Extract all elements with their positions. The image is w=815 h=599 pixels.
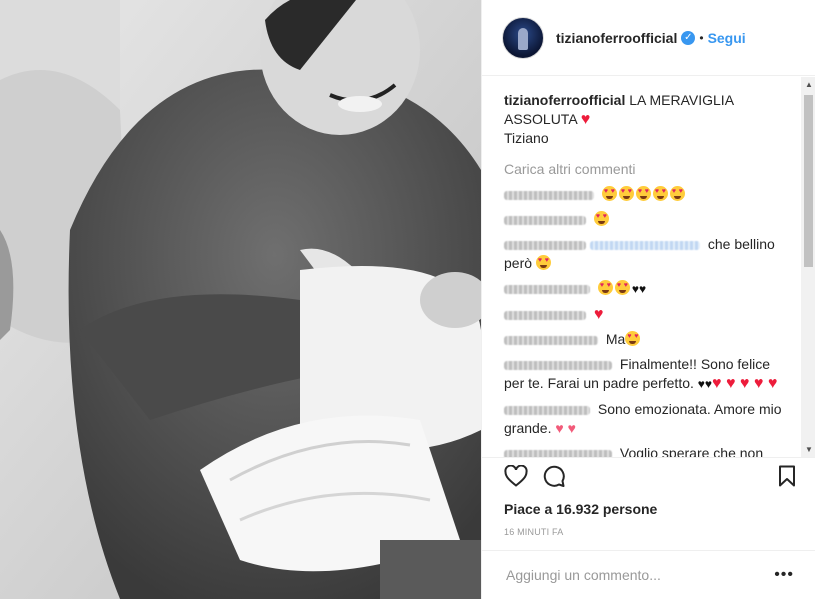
separator-dot: •: [699, 30, 704, 45]
post-timestamp: 16 MINUTI FA: [504, 527, 564, 537]
verified-icon: ✓: [681, 30, 696, 45]
post-actions: Piace a 16.932 persone 16 MINUTI FA: [482, 457, 815, 537]
comment: che bellino però: [504, 235, 790, 273]
load-more-comments[interactable]: Carica altri commenti: [504, 160, 790, 179]
heart-eyes-emoji-icon: [614, 280, 630, 295]
comments-list[interactable]: tizianoferroofficial LA MERAVIGLIA ASSOL…: [482, 77, 800, 457]
likes-suffix: persone: [602, 501, 658, 517]
likes-prefix: Piace a: [504, 501, 553, 517]
scroll-up-arrow-icon[interactable]: ▲: [805, 80, 813, 89]
heart-eyes-emoji-icon: [635, 186, 651, 201]
blurred-username[interactable]: [504, 449, 612, 457]
comment-icon[interactable]: [542, 464, 566, 493]
header-username[interactable]: tizianoferroofficial: [556, 30, 677, 46]
comment: Finalmente!! Sono felice per te. Farai u…: [504, 355, 790, 394]
comment: ♥: [504, 305, 790, 324]
blurred-username[interactable]: [504, 405, 590, 415]
blurred-username[interactable]: [504, 310, 586, 320]
heart-eyes-emoji-icon: [601, 186, 617, 201]
heart-eyes-emoji-icon: [618, 186, 634, 201]
caption-username[interactable]: tizianoferroofficial: [504, 92, 625, 108]
more-options-icon[interactable]: •••: [774, 566, 794, 584]
blurred-mention[interactable]: [590, 240, 700, 250]
post-photo[interactable]: [0, 0, 481, 599]
heart-eyes-emoji-icon: [652, 186, 668, 201]
post-side-panel: tizianoferroofficial ✓ • Segui tizianofe…: [481, 0, 815, 599]
action-icons: [482, 458, 815, 498]
comment: Voglio sperare che non: [504, 444, 790, 457]
black-heart-icon: ♥♥: [631, 282, 647, 296]
blurred-username[interactable]: [504, 190, 594, 200]
blurred-username[interactable]: [504, 335, 598, 345]
caption-text-1: LA MERAVIGLIA: [629, 92, 735, 108]
heart-eyes-emoji-icon: [597, 280, 613, 295]
blurred-username[interactable]: [504, 284, 590, 294]
red-heart-icon: ♥: [580, 111, 591, 128]
caption-text-2: ASSOLUTA: [504, 111, 577, 127]
heart-eyes-emoji-icon: [625, 331, 641, 346]
scroll-down-arrow-icon[interactable]: ▼: [805, 445, 813, 454]
likes-number: 16.932: [556, 501, 599, 517]
comment-text: Voglio sperare che non: [619, 445, 764, 457]
heart-eyes-emoji-icon: [593, 211, 609, 226]
black-heart-icon: ♥♥: [697, 377, 713, 391]
comment: ♥ ♥: [504, 279, 790, 299]
post-header: tizianoferroofficial ✓ • Segui: [482, 0, 815, 76]
blurred-username[interactable]: [504, 360, 612, 370]
comments-scrollbar[interactable]: ▲ ▼: [801, 77, 815, 457]
pink-heart-icon: ♥ ♥: [555, 420, 576, 436]
scrollbar-thumb[interactable]: [804, 95, 813, 267]
comment: [504, 185, 790, 204]
follow-button[interactable]: Segui: [708, 30, 746, 46]
avatar[interactable]: [502, 16, 544, 59]
add-comment-bar: •••: [482, 550, 815, 599]
caption: tizianoferroofficial LA MERAVIGLIA ASSOL…: [504, 91, 790, 148]
add-comment-input[interactable]: [504, 566, 775, 584]
caption-signature: Tiziano: [504, 130, 549, 146]
heart-icon[interactable]: [504, 464, 528, 492]
comment-text: Ma: [605, 331, 626, 347]
red-heart-icon: ♥ ♥ ♥ ♥ ♥: [712, 375, 778, 392]
blurred-username[interactable]: [504, 240, 586, 250]
likes-count[interactable]: Piace a 16.932 persone: [482, 501, 815, 517]
heart-eyes-emoji-icon: [535, 255, 551, 270]
red-heart-icon: ♥: [593, 306, 604, 323]
comment: Sono emozionata. Amore mio grande. ♥ ♥: [504, 400, 790, 438]
comment: Ma: [504, 330, 790, 349]
photo-illustration: [0, 0, 481, 599]
bookmark-icon[interactable]: [778, 465, 796, 492]
comment: [504, 210, 790, 229]
heart-eyes-emoji-icon: [669, 186, 685, 201]
blurred-username[interactable]: [504, 215, 586, 225]
